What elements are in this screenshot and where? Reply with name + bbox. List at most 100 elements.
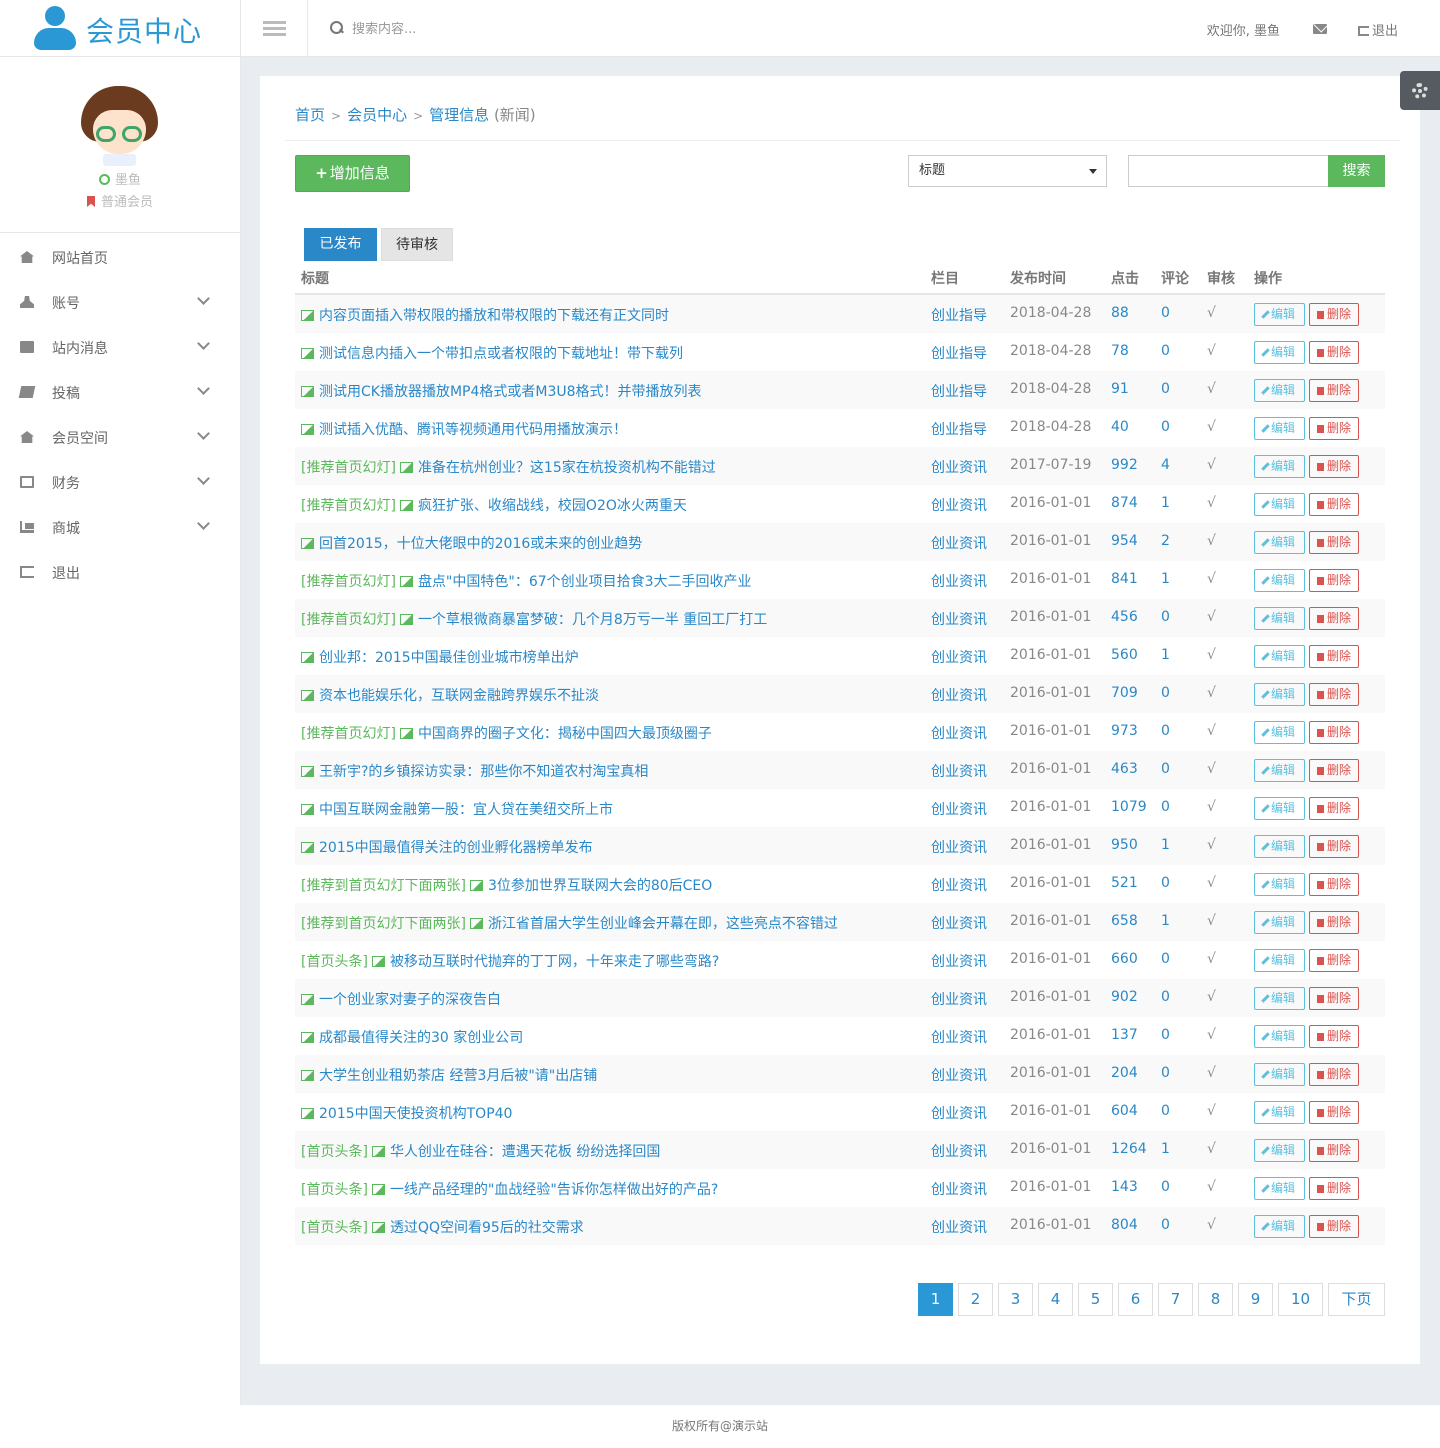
delete-button[interactable]: 删除 [1309, 835, 1359, 858]
sidebar-item-space[interactable]: 会员空间 [0, 415, 240, 460]
row-category[interactable]: 创业指导 [931, 381, 987, 401]
delete-button[interactable]: 删除 [1309, 531, 1359, 554]
edit-button[interactable]: 编辑 [1254, 645, 1305, 668]
delete-button[interactable]: 删除 [1309, 759, 1359, 782]
search-icon[interactable] [330, 21, 343, 34]
delete-button[interactable]: 删除 [1309, 1177, 1359, 1200]
search-button[interactable]: 搜索 [1328, 155, 1385, 187]
delete-button[interactable]: 删除 [1309, 721, 1359, 744]
logout-link[interactable]: 退出 [1358, 20, 1398, 39]
menu-toggle-icon[interactable] [241, 0, 308, 57]
row-category[interactable]: 创业资讯 [931, 875, 987, 895]
delete-button[interactable]: 删除 [1309, 949, 1359, 972]
add-info-button[interactable]: + 增加信息 [295, 155, 410, 192]
page-1-button[interactable]: 1 [918, 1283, 953, 1316]
row-title-link[interactable]: 资本也能娱乐化，互联网金融跨界娱乐不扯淡 [301, 685, 599, 705]
tab-pending[interactable]: 待审核 [381, 228, 453, 261]
row-title-link[interactable]: [首页头条] 透过QQ空间看95后的社交需求 [301, 1217, 584, 1237]
row-title-link[interactable]: 王新宇?的乡镇探访实录：那些你不知道农村淘宝真相 [301, 761, 648, 781]
delete-button[interactable]: 删除 [1309, 873, 1359, 896]
edit-button[interactable]: 编辑 [1254, 1101, 1305, 1124]
search-field-select[interactable]: 标题 [908, 155, 1107, 187]
row-category[interactable]: 创业资讯 [931, 799, 987, 819]
search-input[interactable] [350, 18, 550, 40]
row-category[interactable]: 创业资讯 [931, 1027, 987, 1047]
row-category[interactable]: 创业资讯 [931, 1217, 987, 1237]
delete-button[interactable]: 删除 [1309, 455, 1359, 478]
edit-button[interactable]: 编辑 [1254, 493, 1305, 516]
row-title-link[interactable]: [首页头条] 一线产品经理的"血战经验"告诉你怎样做出好的产品? [301, 1179, 718, 1199]
row-title-link[interactable]: [推荐到首页幻灯下面两张] 浙江省首届大学生创业峰会开幕在即，这些亮点不容错过 [301, 913, 838, 933]
delete-button[interactable]: 删除 [1309, 683, 1359, 706]
row-title-link[interactable]: 测试插入优酷、腾讯等视频通用代码用播放演示！ [301, 419, 627, 439]
delete-button[interactable]: 删除 [1309, 645, 1359, 668]
delete-button[interactable]: 删除 [1309, 797, 1359, 820]
edit-button[interactable]: 编辑 [1254, 455, 1305, 478]
row-category[interactable]: 创业指导 [931, 343, 987, 363]
row-category[interactable]: 创业指导 [931, 305, 987, 325]
breadcrumb-member[interactable]: 会员中心 [347, 106, 407, 124]
page-2-button[interactable]: 2 [958, 1283, 993, 1316]
row-title-link[interactable]: 测试信息内插入一个带扣点或者权限的下载地址！带下载列 [301, 343, 683, 363]
delete-button[interactable]: 删除 [1309, 341, 1359, 364]
row-category[interactable]: 创业资讯 [931, 533, 987, 553]
row-category[interactable]: 创业资讯 [931, 1179, 987, 1199]
edit-button[interactable]: 编辑 [1254, 1177, 1305, 1200]
delete-button[interactable]: 删除 [1309, 987, 1359, 1010]
page-9-button[interactable]: 9 [1238, 1283, 1273, 1316]
page-4-button[interactable]: 4 [1038, 1283, 1073, 1316]
edit-button[interactable]: 编辑 [1254, 569, 1305, 592]
edit-button[interactable]: 编辑 [1254, 721, 1305, 744]
logo[interactable]: 会员中心 [0, 0, 241, 57]
edit-button[interactable]: 编辑 [1254, 379, 1305, 402]
envelope-icon[interactable] [1313, 24, 1327, 34]
delete-button[interactable]: 删除 [1309, 1101, 1359, 1124]
row-title-link[interactable]: [推荐首页幻灯] 准备在杭州创业？这15家在杭投资机构不能错过 [301, 457, 716, 477]
row-category[interactable]: 创业资讯 [931, 989, 987, 1009]
delete-button[interactable]: 删除 [1309, 379, 1359, 402]
row-category[interactable]: 创业资讯 [931, 1103, 987, 1123]
row-category[interactable]: 创业资讯 [931, 495, 987, 515]
breadcrumb-manage[interactable]: 管理信息 [429, 106, 489, 124]
row-category[interactable]: 创业资讯 [931, 609, 987, 629]
row-title-link[interactable]: 一个创业家对妻子的深夜告白 [301, 989, 501, 1009]
delete-button[interactable]: 删除 [1309, 1025, 1359, 1048]
sidebar-item-logout[interactable]: 退出 [0, 550, 240, 595]
row-category[interactable]: 创业指导 [931, 419, 987, 439]
row-category[interactable]: 创业资讯 [931, 1065, 987, 1085]
edit-button[interactable]: 编辑 [1254, 341, 1305, 364]
page-10-button[interactable]: 10 [1278, 1283, 1323, 1316]
keyword-input[interactable] [1128, 155, 1328, 187]
row-title-link[interactable]: 测试用CK播放器播放MP4格式或者M3U8格式！并带播放列表 [301, 381, 702, 401]
sidebar-item-shop[interactable]: 商城 [0, 505, 240, 550]
delete-button[interactable]: 删除 [1309, 1139, 1359, 1162]
row-title-link[interactable]: 创业邦：2015中国最佳创业城市榜单出炉 [301, 647, 579, 667]
row-category[interactable]: 创业资讯 [931, 723, 987, 743]
sidebar-item-finance[interactable]: 财务 [0, 460, 240, 505]
edit-button[interactable]: 编辑 [1254, 531, 1305, 554]
row-title-link[interactable]: 回首2015，十位大佬眼中的2016或未来的创业趋势 [301, 533, 642, 553]
page-8-button[interactable]: 8 [1198, 1283, 1233, 1316]
delete-button[interactable]: 删除 [1309, 607, 1359, 630]
edit-button[interactable]: 编辑 [1254, 607, 1305, 630]
edit-button[interactable]: 编辑 [1254, 949, 1305, 972]
sidebar-item-submit[interactable]: 投稿 [0, 370, 240, 415]
sidebar-item-account[interactable]: 账号 [0, 280, 240, 325]
row-category[interactable]: 创业资讯 [931, 457, 987, 477]
edit-button[interactable]: 编辑 [1254, 911, 1305, 934]
page-3-button[interactable]: 3 [998, 1283, 1033, 1316]
edit-button[interactable]: 编辑 [1254, 987, 1305, 1010]
row-category[interactable]: 创业资讯 [931, 685, 987, 705]
delete-button[interactable]: 删除 [1309, 569, 1359, 592]
delete-button[interactable]: 删除 [1309, 1215, 1359, 1238]
row-title-link[interactable]: 成都最值得关注的30 家创业公司 [301, 1027, 523, 1047]
row-category[interactable]: 创业资讯 [931, 837, 987, 857]
row-title-link[interactable]: 2015中国天使投资机构TOP40 [301, 1103, 512, 1123]
sidebar-item-home[interactable]: 网站首页 [0, 235, 240, 280]
edit-button[interactable]: 编辑 [1254, 1063, 1305, 1086]
row-title-link[interactable]: 大学生创业租奶茶店 经营3月后被"请"出店铺 [301, 1065, 597, 1085]
page-7-button[interactable]: 7 [1158, 1283, 1193, 1316]
edit-button[interactable]: 编辑 [1254, 797, 1305, 820]
row-title-link[interactable]: [推荐到首页幻灯下面两张] 3位参加世界互联网大会的80后CEO [301, 875, 712, 895]
row-category[interactable]: 创业资讯 [931, 647, 987, 667]
